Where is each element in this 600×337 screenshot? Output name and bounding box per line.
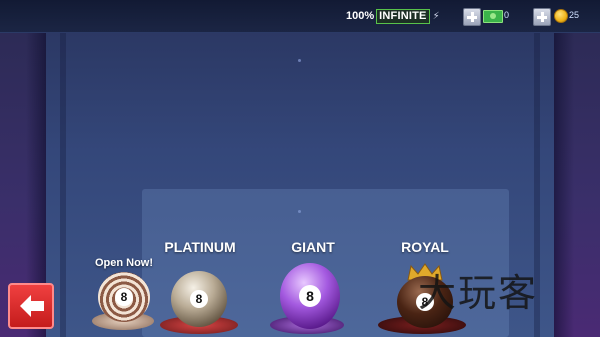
- coin-count: 25: [569, 10, 580, 20]
- add-coins-button[interactable]: [533, 8, 551, 26]
- platinum-ball[interactable]: 8: [171, 271, 227, 327]
- right-side-curtain: [554, 0, 600, 337]
- eight-ball-emblem: 8: [190, 290, 208, 308]
- open-now-ball[interactable]: 8: [98, 272, 150, 322]
- eight-ball-emblem: 8: [299, 285, 321, 307]
- add-cash-button[interactable]: [463, 8, 481, 26]
- tier-title-giant: GIANT: [291, 239, 335, 255]
- gold-coin-icon: [554, 9, 568, 23]
- eight-ball-emblem: 8: [115, 288, 133, 306]
- tier-title-royal: ROYAL: [401, 239, 449, 255]
- back-button[interactable]: [8, 283, 54, 329]
- top-hud-bar: 100% INFINITE ⚡ 0 25: [0, 0, 600, 33]
- left-frame-strip: [60, 30, 66, 337]
- lightning-bolt-icon: ⚡: [432, 10, 440, 22]
- giant-ball[interactable]: 8: [280, 263, 340, 329]
- cash-bill-icon: [483, 10, 503, 23]
- sparkle-decoration: [298, 59, 301, 62]
- watermark-text: 大玩客: [418, 271, 539, 315]
- cash-count: 0: [504, 10, 510, 20]
- left-arrow-icon: [20, 295, 44, 317]
- energy-percent: 100%: [346, 10, 375, 22]
- energy-indicator: 100% INFINITE ⚡: [346, 8, 440, 24]
- open-now-label: Open Now!: [94, 257, 154, 269]
- tier-title-platinum: PLATINUM: [164, 239, 236, 255]
- energy-status-badge: INFINITE: [376, 8, 430, 24]
